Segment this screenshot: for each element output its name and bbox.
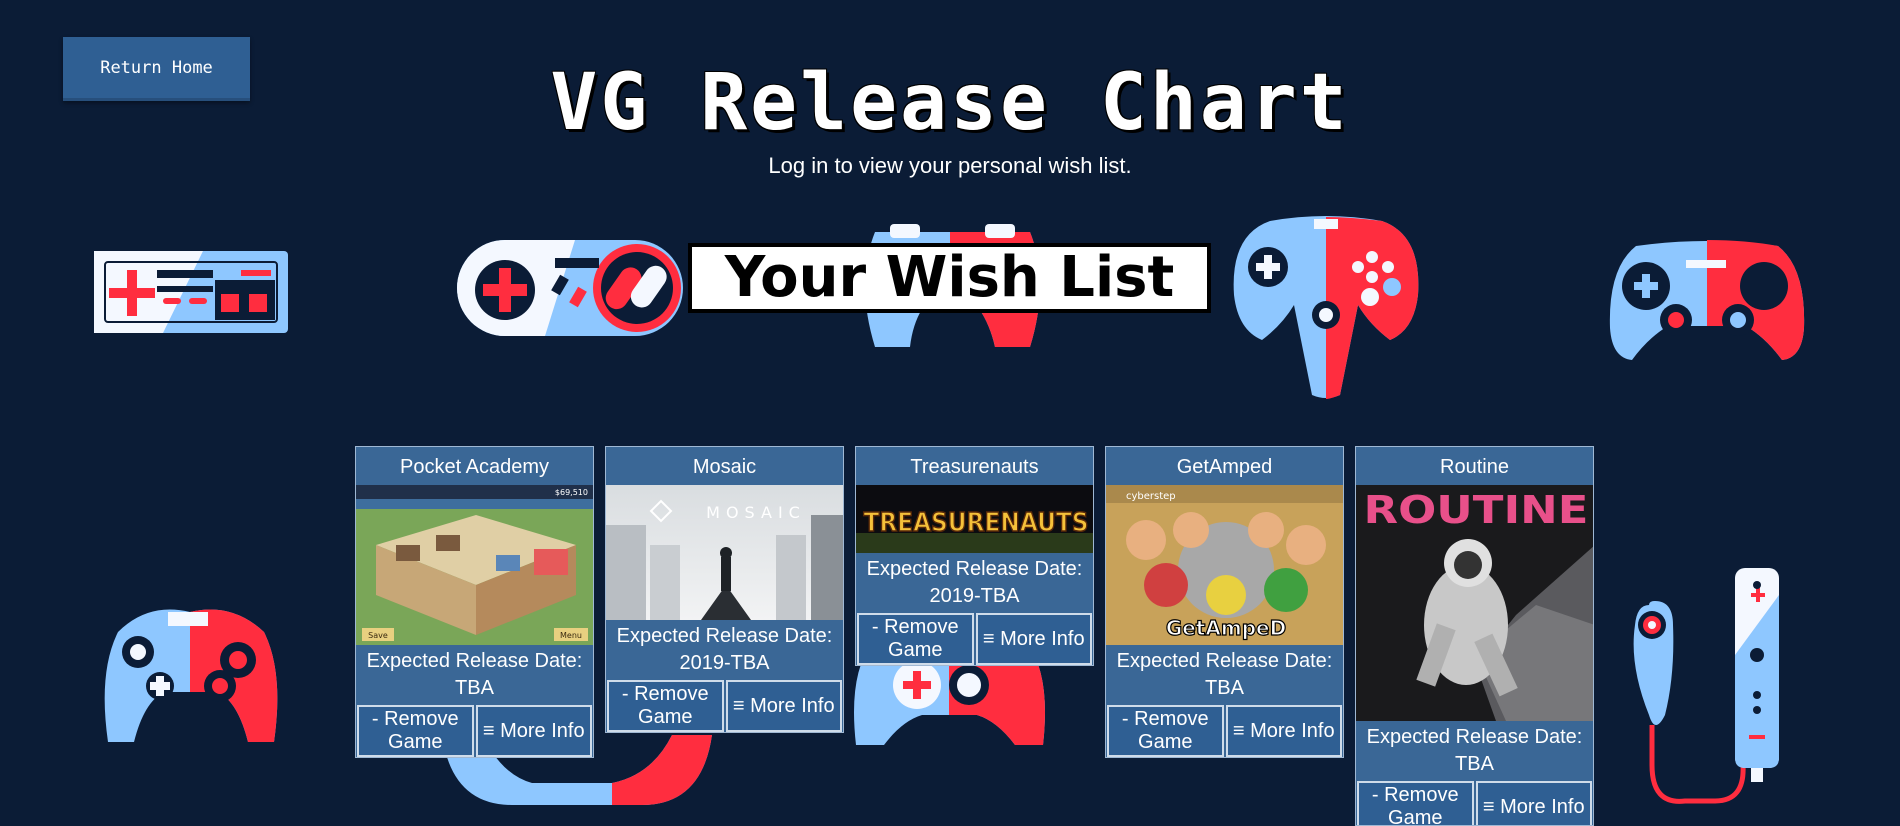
- gamecube-controller-icon: [104, 609, 278, 742]
- game-title: GetAmped: [1176, 456, 1273, 478]
- remove-game-button[interactable]: - Remove Game: [1107, 705, 1224, 757]
- release-date-value: 2019-TBA: [679, 652, 770, 674]
- mosaic-cover-icon: MOSAIC: [606, 485, 843, 620]
- page-title: VG Release Chart: [550, 58, 1350, 148]
- treasurenauts-cover-icon: TREASURENAUTS: [856, 485, 1093, 553]
- release-date-label: Expected Release Date:: [616, 625, 833, 647]
- money-hud-label: $69,510: [555, 488, 588, 497]
- login-prompt: Log in to view your personal wish list.: [768, 153, 1132, 178]
- game-title: Routine: [1440, 456, 1509, 478]
- remove-game-button[interactable]: - Remove Game: [357, 705, 474, 757]
- getamped-logo-text: GetAmpeD: [1166, 616, 1286, 640]
- game-title: Pocket Academy: [400, 456, 549, 478]
- release-date-value: TBA: [1455, 753, 1494, 775]
- cyberstep-logo-text: cyberstep: [1126, 491, 1176, 502]
- routine-cover-icon: ROUTINE: [1356, 485, 1593, 721]
- game-card-routine: Routine ROUTINE Expected Release Date: T…: [1355, 446, 1594, 826]
- remove-game-button[interactable]: - Remove Game: [1357, 781, 1474, 825]
- release-date-label: Expected Release Date:: [866, 558, 1083, 580]
- save-hud-label: Save: [368, 631, 388, 640]
- game-cover-image: Save Menu $69,510: [356, 485, 593, 645]
- more-info-button[interactable]: ≡ More Info: [1475, 781, 1592, 825]
- more-info-button[interactable]: ≡ More Info: [1225, 705, 1342, 757]
- wii-remote-icon: [1633, 568, 1779, 804]
- game-card-mosaic: Mosaic MOSAIC Expected Release Date: 201…: [605, 446, 844, 733]
- game-cover-image: TREASURENAUTS: [856, 485, 1093, 553]
- more-info-button[interactable]: ≡ More Info: [475, 705, 592, 757]
- remove-game-button[interactable]: - Remove Game: [607, 680, 724, 732]
- mosaic-logo-text: MOSAIC: [706, 503, 806, 522]
- menu-hud-label: Menu: [560, 631, 582, 640]
- wish-list-heading: Your Wish List: [688, 243, 1211, 313]
- game-card-pocket-academy: Pocket Academy Save Menu $69,510 Expecte…: [355, 446, 594, 758]
- pocket-academy-cover-icon: Save Menu $69,510: [356, 485, 593, 645]
- release-date-label: Expected Release Date:: [1366, 726, 1583, 748]
- release-date-value: TBA: [1205, 677, 1244, 699]
- release-date-value: 2019-TBA: [929, 585, 1020, 607]
- more-info-button[interactable]: ≡ More Info: [975, 613, 1092, 665]
- game-card-treasurenauts: Treasurenauts TREASURENAUTS Expected Rel…: [855, 446, 1094, 666]
- treasurenauts-logo-text: TREASURENAUTS: [864, 508, 1089, 538]
- n64-controller-icon: [1233, 216, 1419, 399]
- game-cover-image: ROUTINE: [1356, 485, 1593, 721]
- release-date-value: TBA: [455, 677, 494, 699]
- game-title: Mosaic: [692, 456, 757, 478]
- game-cover-image: MOSAIC: [606, 485, 843, 620]
- getamped-cover-icon: cyberstep GetAmpeD: [1106, 485, 1343, 645]
- routine-logo-text: ROUTINE: [1364, 488, 1589, 532]
- remove-game-button[interactable]: - Remove Game: [857, 613, 974, 665]
- release-date-label: Expected Release Date:: [1116, 650, 1333, 672]
- snes-controller-icon: [457, 240, 683, 336]
- more-info-button[interactable]: ≡ More Info: [725, 680, 842, 732]
- xbox-controller-icon: [1609, 240, 1805, 360]
- release-date-label: Expected Release Date:: [366, 650, 583, 672]
- game-cover-image: cyberstep GetAmpeD: [1106, 485, 1343, 645]
- game-title: Treasurenauts: [910, 456, 1039, 478]
- game-card-getamped: GetAmped cyberstep GetAmpeD Expected Rel…: [1105, 446, 1344, 758]
- nes-controller-icon: [94, 251, 288, 333]
